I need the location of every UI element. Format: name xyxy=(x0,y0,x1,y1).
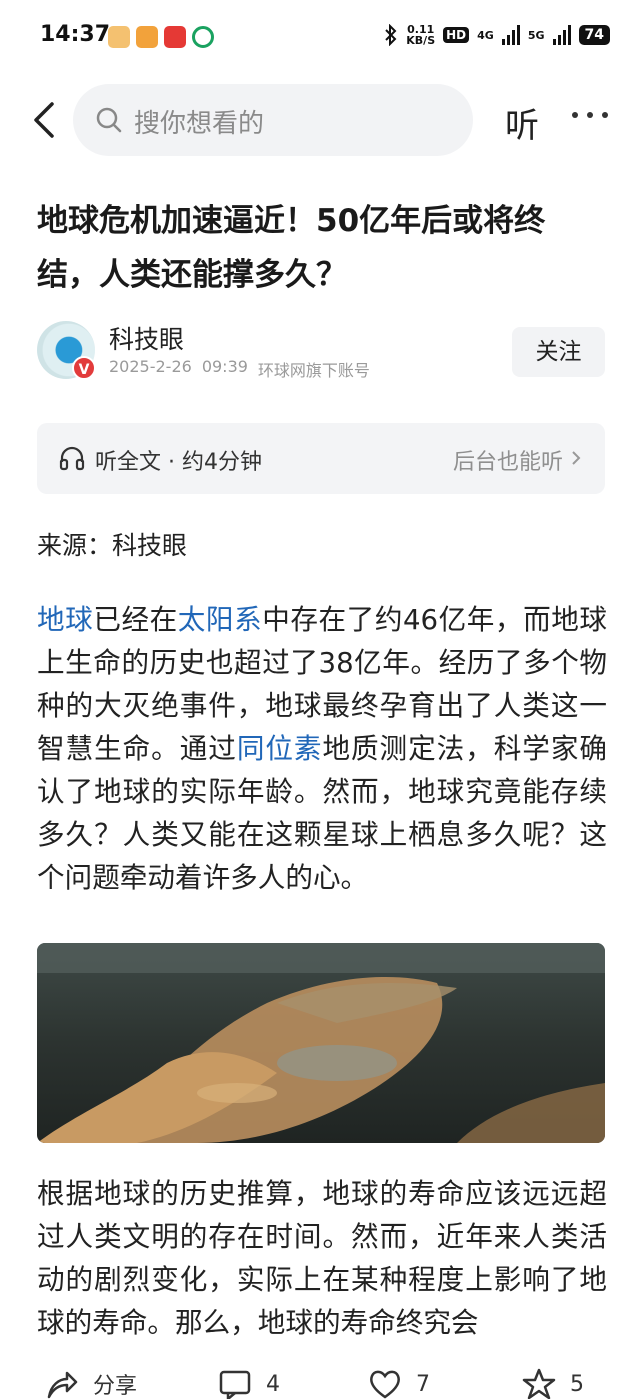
signal-bars-icon-2 xyxy=(552,25,571,45)
article-paragraph-1: 地球已经在太阳系中存在了约46亿年，而地球上生命的历史也超过了38亿年。经历了多… xyxy=(37,603,607,894)
headphone-icon xyxy=(59,446,85,471)
video-app-icon xyxy=(136,26,158,48)
author-account: 环球网旗下账号 xyxy=(257,361,370,380)
status-bar: 14:37 0.11 KB/S HD 4G 5G 74 xyxy=(0,0,640,76)
share-label: 分享 xyxy=(93,1374,138,1399)
search-placeholder: 搜你想看的 xyxy=(134,109,265,139)
verified-badge-icon: V xyxy=(72,356,96,380)
network-5g-label: 5G xyxy=(527,28,545,42)
signal-bars-icon xyxy=(501,25,520,45)
listen-full-text-bar[interactable]: 听全文 · 约4分钟 后台也能听 xyxy=(37,423,605,494)
background-listen-label[interactable]: 后台也能听 xyxy=(453,444,563,476)
search-icon xyxy=(96,107,122,133)
network-speed: 0.11 KB/S xyxy=(406,23,436,47)
heart-icon xyxy=(370,1370,400,1399)
more-options-icon[interactable] xyxy=(572,112,608,122)
battery-indicator: 74 xyxy=(578,25,610,45)
article-source: 来源：科技眼 xyxy=(37,531,188,560)
favorite-count: 5 xyxy=(570,1371,584,1397)
status-time: 14:37 xyxy=(40,22,111,47)
listen-full-text-label: 听全文 · 约4分钟 xyxy=(95,450,262,475)
bottom-action-bar: 分享 4 7 5 xyxy=(0,1357,640,1399)
article-title: 地球危机加速逼近！50亿年后或将终结，人类还能撑多久？ xyxy=(37,203,546,293)
article-image[interactable] xyxy=(37,943,605,1143)
star-icon xyxy=(522,1368,556,1399)
comment-button[interactable]: 4 xyxy=(218,1367,280,1399)
link-isotope[interactable]: 同位素 xyxy=(237,732,323,765)
article-paragraph-2: 根据地球的历史推算，地球的寿命应该远远超过人类文明的存在时间。然而，近年来人类活… xyxy=(37,1177,607,1339)
chevron-right-icon xyxy=(572,451,581,465)
follow-button[interactable]: 关注 xyxy=(512,327,605,377)
reading-app-icon xyxy=(108,26,130,48)
publish-date: 2025-2-26 xyxy=(109,357,192,376)
back-arrow-icon[interactable] xyxy=(28,100,62,140)
like-button[interactable]: 7 xyxy=(368,1367,430,1399)
link-solar-system[interactable]: 太阳系 xyxy=(178,603,262,636)
author-name[interactable]: 科技眼 xyxy=(109,320,184,356)
like-count: 7 xyxy=(416,1371,430,1397)
top-nav: 搜你想看的 听 xyxy=(0,82,640,156)
network-4g-label: 4G xyxy=(477,28,494,42)
hd-badge: HD xyxy=(443,27,470,43)
status-indicators: 0.11 KB/S HD 4G 5G 74 xyxy=(384,24,610,46)
link-earth[interactable]: 地球 xyxy=(37,603,93,636)
comment-count: 4 xyxy=(266,1371,280,1397)
comment-icon xyxy=(219,1370,251,1399)
publish-time: 09:39 xyxy=(201,357,248,376)
favorite-button[interactable]: 5 xyxy=(522,1367,584,1399)
author-meta: 2025-2-26 09:39 环球网旗下账号 xyxy=(109,357,370,381)
listen-button[interactable]: 听 xyxy=(505,98,539,147)
mobile-carrier-icon xyxy=(192,26,214,48)
bluetooth-icon xyxy=(385,24,397,46)
search-input[interactable]: 搜你想看的 xyxy=(73,84,473,156)
share-button[interactable]: 分享 xyxy=(45,1367,137,1399)
news-app-icon xyxy=(164,26,186,48)
share-icon xyxy=(47,1371,78,1399)
status-app-icons xyxy=(108,26,214,48)
